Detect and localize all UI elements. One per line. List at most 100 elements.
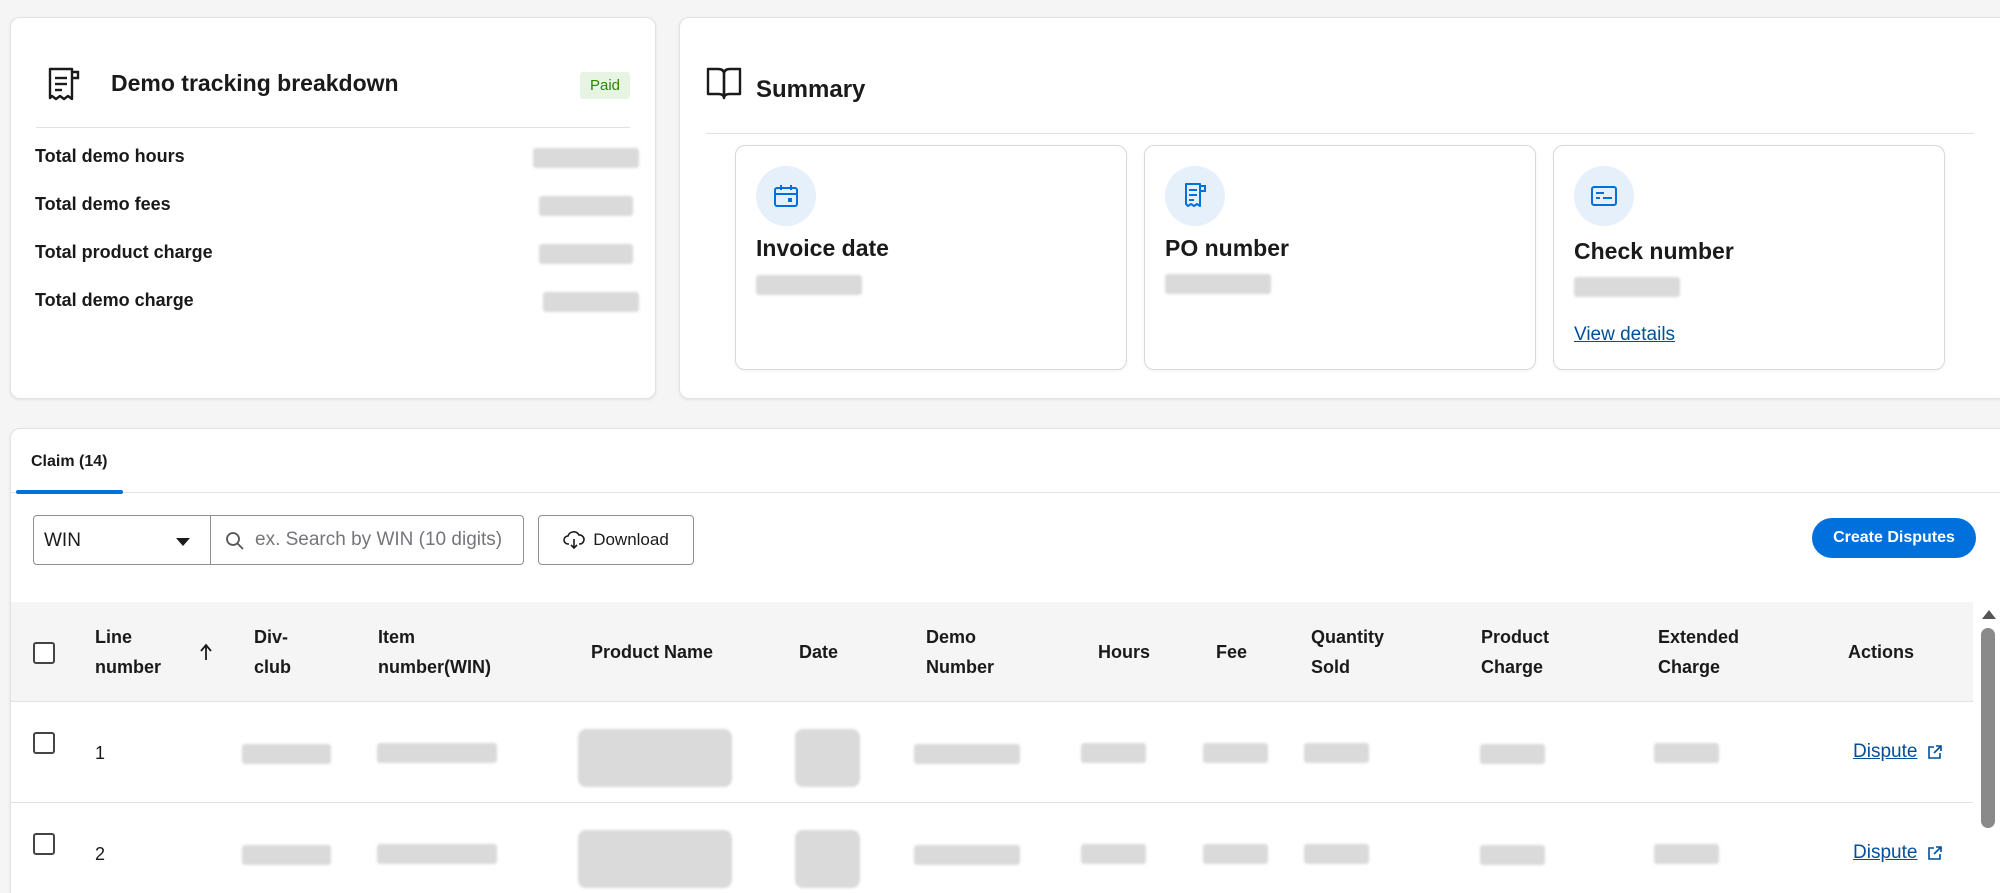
col-label: Div- xyxy=(254,627,289,647)
table-header: Line number Div- club Item number(WIN) P… xyxy=(11,602,1973,702)
col-line-number[interactable]: Line number xyxy=(95,622,161,682)
invoice-date-title: Invoice date xyxy=(756,235,889,261)
col-label: number xyxy=(95,657,162,677)
demo-tracking-header: Demo tracking breakdown Paid xyxy=(36,48,630,128)
search-input[interactable] xyxy=(255,526,515,554)
claim-card: Claim (14) WIN Download Create Disputes xyxy=(10,428,2000,893)
col-fee: Fee xyxy=(1216,642,1248,662)
tab-claim-label: Claim (14) xyxy=(31,453,108,470)
check-number-title: Check number xyxy=(1574,238,1734,264)
col-label: Demo xyxy=(926,627,977,647)
active-tab-indicator xyxy=(16,490,123,494)
redacted-value xyxy=(795,830,860,888)
redacted-value xyxy=(539,196,633,216)
sort-up-icon[interactable] xyxy=(199,643,213,661)
col-quantity-sold: Quantity Sold xyxy=(1311,622,1384,682)
check-icon xyxy=(1574,166,1634,226)
stat-label: Total product charge xyxy=(35,242,213,262)
calendar-icon xyxy=(756,166,816,226)
external-link-icon xyxy=(1928,745,1943,759)
po-number-card: PO number xyxy=(1144,145,1536,370)
search-icon xyxy=(226,532,244,550)
redacted-value xyxy=(377,743,497,763)
row-checkbox[interactable] xyxy=(33,833,55,855)
line-number: 2 xyxy=(95,844,106,864)
col-hours: Hours xyxy=(1098,642,1151,662)
redacted-value xyxy=(1654,844,1719,864)
redacted-value xyxy=(533,148,639,168)
col-label: number(WIN) xyxy=(378,657,491,677)
download-button[interactable]: Download xyxy=(538,515,694,565)
redacted-value xyxy=(1574,277,1680,297)
redacted-value xyxy=(543,292,639,312)
stat-total-demo-charge: Total demo charge xyxy=(35,286,639,316)
summary-header: Summary xyxy=(706,48,1974,134)
redacted-value xyxy=(1654,743,1719,763)
redacted-value xyxy=(242,845,331,865)
col-product-name: Product Name xyxy=(591,642,714,662)
redacted-value xyxy=(1480,744,1545,764)
redacted-value xyxy=(1304,844,1369,864)
redacted-value xyxy=(578,830,732,888)
table-row: 2 Dispute xyxy=(11,804,1973,893)
col-label: club xyxy=(254,657,292,677)
dispute-label: Dispute xyxy=(1853,842,1918,863)
tab-bar: Claim (14) xyxy=(11,429,2000,494)
stat-total-product-charge: Total product charge xyxy=(35,238,639,268)
search-field-select[interactable]: WIN xyxy=(33,515,211,565)
demo-tracking-title: Demo tracking breakdown xyxy=(111,70,399,96)
invoice-date-card: Invoice date xyxy=(735,145,1127,370)
summary-title: Summary xyxy=(756,76,866,103)
redacted-value xyxy=(1203,844,1268,864)
redacted-value xyxy=(914,744,1020,764)
redacted-value xyxy=(1203,743,1268,763)
col-label: Product xyxy=(1481,627,1550,647)
status-badge: Paid xyxy=(579,72,630,99)
redacted-value xyxy=(795,729,860,787)
col-label: Charge xyxy=(1658,657,1721,677)
redacted-value xyxy=(377,844,497,864)
table-scrollbar[interactable] xyxy=(1977,606,1999,893)
col-label: Extended xyxy=(1658,627,1740,647)
select-all-checkbox[interactable] xyxy=(33,642,55,664)
scrollbar-thumb[interactable] xyxy=(1981,628,1995,828)
create-disputes-button[interactable]: Create Disputes xyxy=(1812,518,1976,558)
external-link-icon xyxy=(1928,846,1943,860)
redacted-value xyxy=(1165,274,1271,294)
table-row: 1 Dispute xyxy=(11,703,1973,803)
col-product-charge: Product Charge xyxy=(1481,622,1549,682)
tab-claim[interactable]: Claim (14) xyxy=(16,429,123,494)
po-number-title: PO number xyxy=(1165,235,1289,261)
col-demo-number: Demo Number xyxy=(926,622,994,682)
line-number: 1 xyxy=(95,743,106,763)
col-date: Date xyxy=(799,642,839,662)
view-details-link[interactable]: View details xyxy=(1574,324,1675,346)
col-label: Charge xyxy=(1481,657,1544,677)
book-icon xyxy=(706,67,742,100)
demo-tracking-card: Demo tracking breakdown Paid Total demo … xyxy=(10,17,656,399)
select-value: WIN xyxy=(44,530,81,551)
redacted-value xyxy=(1480,845,1545,865)
check-number-card: Check number View details xyxy=(1553,145,1945,370)
col-div-club: Div- club xyxy=(254,622,291,682)
redacted-value xyxy=(1081,743,1146,763)
col-label: Item xyxy=(378,627,416,647)
summary-card: Summary Invoice date PO number Check num… xyxy=(679,17,2000,399)
caret-down-icon xyxy=(176,538,190,546)
dispute-label: Dispute xyxy=(1853,741,1918,762)
receipt-icon xyxy=(1165,166,1225,226)
col-label: Number xyxy=(926,657,995,677)
dispute-link[interactable]: Dispute xyxy=(1853,741,1943,763)
redacted-value xyxy=(242,744,331,764)
search-box xyxy=(210,515,524,565)
stat-total-demo-fees: Total demo fees xyxy=(35,190,639,220)
redacted-value xyxy=(1304,743,1369,763)
redacted-value xyxy=(539,244,633,264)
stat-total-demo-hours: Total demo hours xyxy=(35,142,639,172)
col-actions: Actions xyxy=(1848,642,1915,662)
scroll-up-icon[interactable] xyxy=(1982,610,1996,619)
redacted-value xyxy=(914,845,1020,865)
col-label: Sold xyxy=(1311,657,1350,677)
row-checkbox[interactable] xyxy=(33,732,55,754)
dispute-link[interactable]: Dispute xyxy=(1853,842,1943,864)
